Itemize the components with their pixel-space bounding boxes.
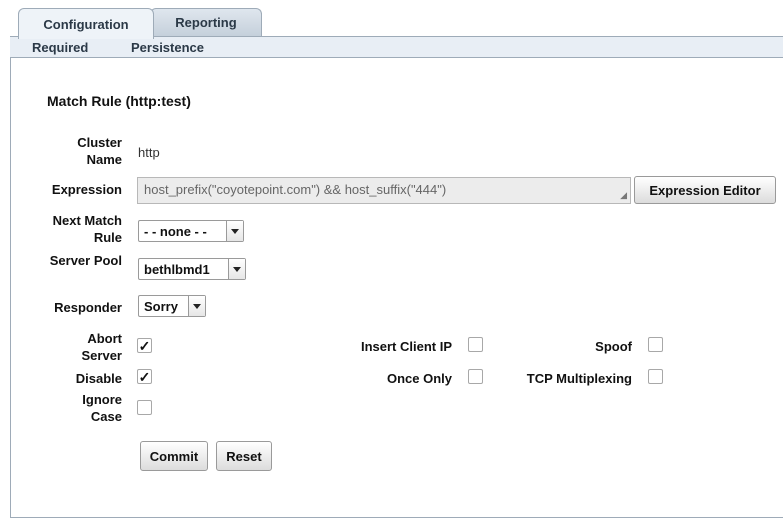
tcp-multiplexing-checkbox[interactable] — [648, 369, 663, 384]
subnav-persistence[interactable]: Persistence — [131, 40, 204, 55]
server-pool-select[interactable]: bethlbmd1 — [138, 258, 246, 280]
next-match-rule-label: Next Match Rule — [52, 213, 122, 245]
disable-checkbox[interactable]: ✓ — [137, 369, 152, 384]
cluster-name-label: Cluster Name — [77, 135, 122, 167]
page-title: Match Rule (http:test) — [47, 93, 191, 109]
spoof-label: Spoof — [595, 339, 632, 354]
tcp-multiplexing-label: TCP Multiplexing — [526, 371, 632, 386]
insert-client-ip-label: Insert Client IP — [360, 339, 452, 354]
resize-grip-icon[interactable]: ◢ — [620, 190, 627, 201]
chevron-down-icon[interactable] — [188, 296, 205, 316]
responder-select[interactable]: Sorry — [138, 295, 206, 317]
ignore-case-checkbox[interactable] — [137, 400, 152, 415]
tab-reporting[interactable]: Reporting — [150, 8, 262, 36]
chevron-down-icon[interactable] — [228, 259, 245, 279]
expression-input[interactable]: host_prefix("coyotepoint.com") && host_s… — [137, 177, 631, 204]
responder-value: Sorry — [144, 298, 178, 314]
reset-button[interactable]: Reset — [216, 441, 272, 471]
server-pool-label: Server Pool — [49, 253, 122, 268]
responder-label: Responder — [54, 300, 122, 315]
subnav-required[interactable]: Required — [32, 40, 88, 55]
tab-configuration[interactable]: Configuration — [18, 8, 154, 39]
abort-server-checkbox[interactable]: ✓ — [137, 338, 152, 353]
commit-button[interactable]: Commit — [140, 441, 208, 471]
disable-label: Disable — [75, 371, 122, 386]
expression-text: host_prefix("coyotepoint.com") && host_s… — [144, 182, 447, 197]
cluster-name-value: http — [138, 145, 160, 160]
spoof-checkbox[interactable] — [648, 337, 663, 352]
chevron-down-icon[interactable] — [226, 221, 243, 241]
next-match-rule-select[interactable]: - - none - - — [138, 220, 244, 242]
insert-client-ip-checkbox[interactable] — [468, 337, 483, 352]
once-only-checkbox[interactable] — [468, 369, 483, 384]
subnav: Required Persistence — [10, 36, 783, 58]
once-only-label: Once Only — [386, 371, 452, 386]
tab-bar: Configuration Reporting — [0, 0, 783, 39]
ignore-case-label: Ignore Case — [82, 392, 122, 424]
abort-server-label: Abort Server — [81, 331, 122, 363]
next-match-rule-value: - - none - - — [144, 223, 207, 239]
expression-editor-button[interactable]: Expression Editor — [634, 176, 776, 204]
server-pool-value: bethlbmd1 — [144, 261, 210, 277]
expression-label: Expression — [51, 182, 122, 197]
form-panel — [10, 58, 783, 518]
